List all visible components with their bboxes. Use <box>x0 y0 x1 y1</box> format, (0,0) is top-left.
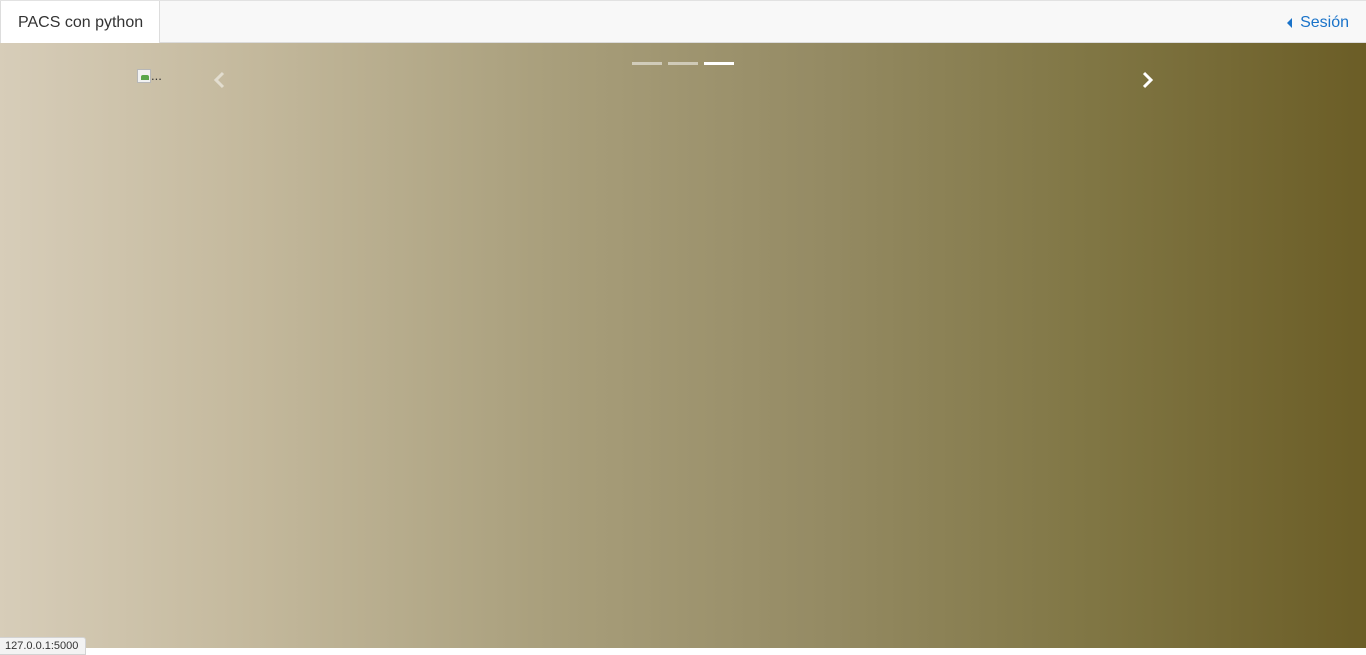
slide-image: ... <box>137 68 162 83</box>
chevron-right-icon <box>1142 71 1154 89</box>
carousel-indicators <box>632 62 734 65</box>
brand-link[interactable]: PACS con python <box>0 1 161 44</box>
carousel-indicator-3[interactable] <box>704 62 734 65</box>
slide-image-alt: ... <box>151 68 162 83</box>
carousel-next-button[interactable] <box>1132 65 1162 95</box>
chevron-left-icon <box>213 71 225 89</box>
session-link[interactable]: Sesión <box>1287 1 1349 44</box>
broken-image-icon <box>137 69 151 83</box>
carousel: ... <box>0 43 1366 648</box>
carousel-indicator-2[interactable] <box>668 62 698 65</box>
session-label: Sesión <box>1300 13 1349 31</box>
navbar: PACS con python Sesión <box>0 0 1366 44</box>
carousel-indicator-1[interactable] <box>632 62 662 65</box>
carousel-prev-button[interactable] <box>205 65 235 95</box>
status-bar-url: 127.0.0.1:5000 <box>0 637 87 655</box>
caret-left-icon <box>1287 17 1293 28</box>
